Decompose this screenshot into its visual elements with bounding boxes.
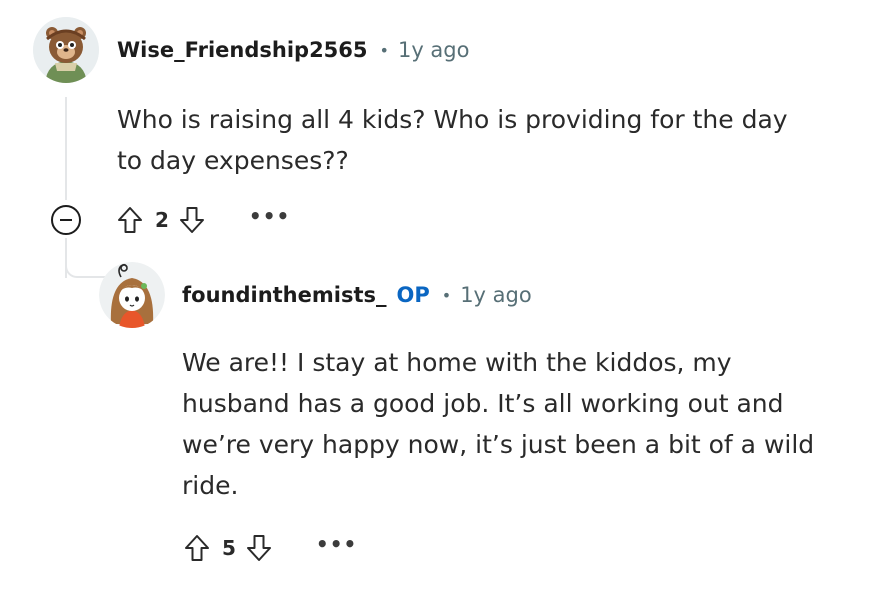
bear-avatar-icon [33, 17, 99, 83]
comment-line: to day expenses?? [117, 146, 349, 175]
comment-line: ride. [182, 471, 239, 500]
downvote-button[interactable] [244, 533, 274, 563]
minus-icon [60, 219, 72, 221]
comment-body: Who is raising all 4 kids? Who is provid… [117, 99, 788, 181]
vote-score: 2 [155, 208, 169, 232]
username[interactable]: foundinthemists_ [182, 283, 387, 307]
downvote-arrow-icon [179, 207, 204, 233]
vote-score: 5 [222, 536, 236, 560]
avatar[interactable] [33, 17, 99, 83]
more-options-button[interactable]: ••• [249, 206, 290, 229]
downvote-arrow-icon [246, 535, 271, 561]
meta-separator: • [379, 40, 389, 60]
thread-line [65, 97, 67, 200]
comment-meta: Wise_Friendship2565 • 1y ago [117, 38, 469, 62]
comment-line: husband has a good job. It’s all working… [182, 389, 784, 418]
upvote-arrow-icon [118, 207, 142, 233]
timestamp[interactable]: 1y ago [398, 38, 470, 62]
username[interactable]: Wise_Friendship2565 [117, 38, 368, 62]
more-options-button[interactable]: ••• [316, 534, 357, 557]
upvote-arrow-icon [185, 535, 209, 561]
girl-avatar-icon [99, 262, 165, 328]
comment-line: we’re very happy now, it’s just been a b… [182, 430, 815, 459]
upvote-button[interactable] [182, 533, 212, 563]
comment-line: We are!! I stay at home with the kiddos,… [182, 348, 732, 377]
comment-meta: foundinthemists_ OP • 1y ago [182, 283, 532, 307]
downvote-button[interactable] [177, 205, 207, 235]
meta-separator: • [441, 285, 452, 305]
avatar[interactable] [99, 262, 165, 328]
comment-actions: 5 ••• [182, 533, 357, 563]
upvote-button[interactable] [115, 205, 145, 235]
comment-body: We are!! I stay at home with the kiddos,… [182, 342, 814, 506]
comment-actions: 2 ••• [115, 205, 290, 235]
comment-line: Who is raising all 4 kids? Who is provid… [117, 105, 788, 134]
op-badge: OP [396, 283, 430, 307]
collapse-thread-button[interactable] [51, 205, 81, 235]
timestamp[interactable]: 1y ago [460, 283, 532, 307]
